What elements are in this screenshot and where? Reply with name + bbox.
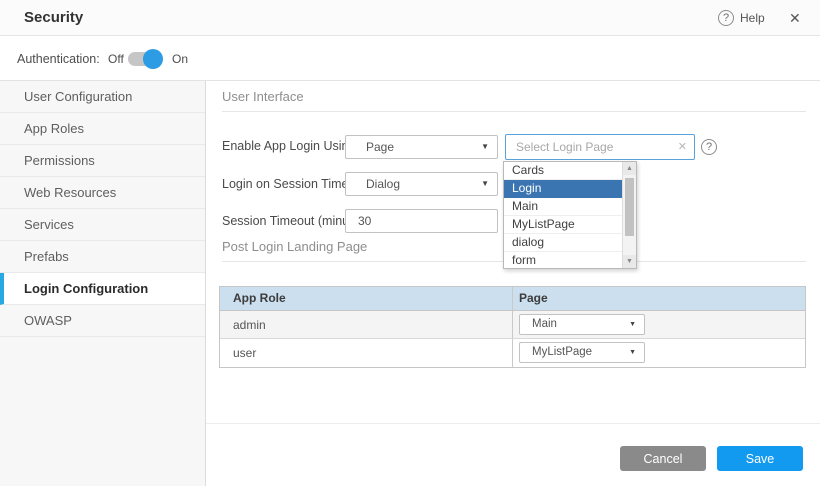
table-header-row: App Role Page	[220, 287, 805, 311]
toggle-on-label: On	[172, 37, 188, 81]
section-divider	[222, 111, 806, 112]
table-row: admin Main ▼	[220, 311, 805, 339]
login-mode-select[interactable]: Page ▼	[345, 135, 498, 159]
admin-page-select[interactable]: Main ▼	[519, 314, 645, 335]
help-icon[interactable]: ?	[718, 10, 734, 26]
user-interface-heading: User Interface	[222, 89, 304, 104]
dropdown-item-cards[interactable]: Cards	[504, 162, 623, 180]
cancel-button[interactable]: Cancel	[620, 446, 706, 471]
login-mode-select-value: Page	[346, 136, 497, 158]
table-row: user MyListPage ▼	[220, 339, 805, 367]
enable-app-login-label: Enable App Login Using:	[222, 134, 359, 158]
page-title: Security	[24, 0, 83, 36]
sidebar-item-services[interactable]: Services	[0, 209, 205, 241]
sidebar-item-login-configuration[interactable]: Login Configuration	[0, 273, 205, 305]
dropdown-item-form[interactable]: form	[504, 252, 623, 269]
toggle-knob-icon	[143, 49, 163, 69]
chevron-down-icon: ▼	[629, 343, 636, 362]
scroll-down-icon[interactable]: ▼	[623, 255, 636, 268]
sidebar-item-web-resources[interactable]: Web Resources	[0, 177, 205, 209]
dropdown-item-login[interactable]: Login	[504, 180, 623, 198]
post-login-heading: Post Login Landing Page	[222, 239, 367, 254]
dropdown-item-main[interactable]: Main	[504, 198, 623, 216]
admin-page-select-value: Main	[520, 315, 644, 334]
user-page-select-value: MyListPage	[520, 343, 644, 362]
field-help-icon[interactable]: ?	[701, 139, 717, 155]
column-header-page: Page	[513, 287, 805, 310]
sidebar: User Configuration App Roles Permissions…	[0, 81, 206, 486]
chevron-down-icon: ▼	[481, 136, 489, 158]
column-header-app-role: App Role	[220, 287, 513, 310]
session-timeout-login-select-value: Dialog	[346, 173, 497, 195]
sidebar-item-prefabs[interactable]: Prefabs	[0, 241, 205, 273]
window-header: Security ? Help ✕	[0, 0, 820, 36]
login-page-combobox: ✕	[505, 134, 695, 160]
session-timeout-minutes-input[interactable]	[345, 209, 498, 233]
save-button[interactable]: Save	[717, 446, 803, 471]
sidebar-item-owasp[interactable]: OWASP	[0, 305, 205, 337]
clear-icon[interactable]: ✕	[678, 135, 687, 159]
security-dialog: Security ? Help ✕ Authentication: Off On…	[0, 0, 820, 486]
chevron-down-icon: ▼	[481, 173, 489, 195]
login-page-dropdown: Cards Login Main MyListPage dialog form …	[503, 161, 637, 269]
help-button[interactable]: Help	[740, 0, 765, 36]
dropdown-item-mylistpage[interactable]: MyListPage	[504, 216, 623, 234]
scroll-up-icon[interactable]: ▲	[623, 162, 636, 175]
sidebar-item-user-configuration[interactable]: User Configuration	[0, 81, 205, 113]
scrollbar-thumb[interactable]	[625, 178, 634, 236]
user-page-select[interactable]: MyListPage ▼	[519, 342, 645, 363]
app-role-cell: admin	[220, 311, 513, 338]
chevron-down-icon: ▼	[629, 315, 636, 334]
toggle-off-label: Off	[108, 37, 124, 81]
authentication-label: Authentication:	[17, 37, 100, 81]
session-timeout-login-select[interactable]: Dialog ▼	[345, 172, 498, 196]
dropdown-item-dialog[interactable]: dialog	[504, 234, 623, 252]
sidebar-item-permissions[interactable]: Permissions	[0, 145, 205, 177]
sidebar-item-app-roles[interactable]: App Roles	[0, 113, 205, 145]
footer-divider	[206, 423, 820, 424]
app-role-cell: user	[220, 339, 513, 367]
close-icon[interactable]: ✕	[789, 0, 801, 36]
landing-page-table: App Role Page admin Main ▼ user MyListPa…	[219, 286, 806, 368]
authentication-bar: Authentication: Off On	[0, 37, 820, 81]
login-page-input[interactable]	[506, 135, 674, 159]
dropdown-scrollbar[interactable]: ▲ ▼	[622, 162, 636, 268]
authentication-toggle[interactable]	[128, 49, 164, 69]
